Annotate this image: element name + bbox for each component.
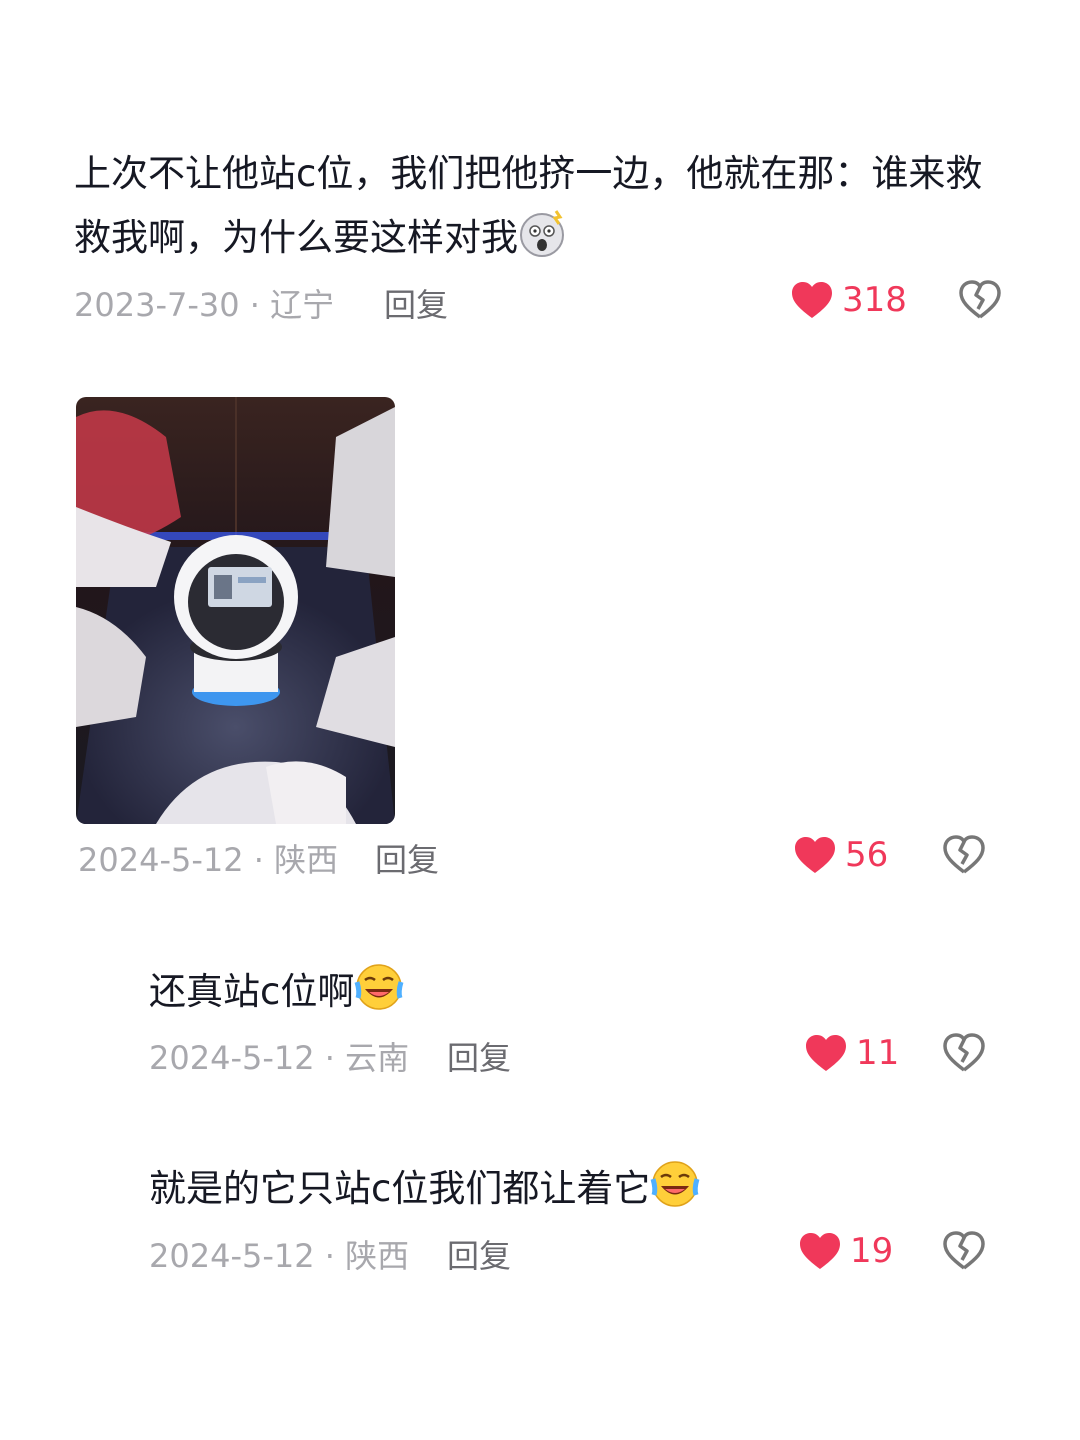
broken-heart-icon — [959, 280, 1001, 319]
heart-icon — [795, 837, 835, 873]
dislike-button[interactable] — [942, 834, 986, 880]
laughing-crying-face-emoji-icon — [650, 1159, 700, 1229]
like-button[interactable]: 318 — [790, 280, 907, 320]
broken-heart-icon — [943, 1033, 985, 1072]
dislike-button[interactable] — [942, 1230, 986, 1276]
like-count: 318 — [842, 280, 907, 320]
heart-icon — [792, 282, 832, 318]
shocked-face-emoji-icon — [518, 208, 568, 278]
dislike-button[interactable] — [958, 279, 1002, 325]
comment-text: 就是的它只站c位我们都让着它 — [149, 1157, 700, 1229]
like-button[interactable]: 19 — [798, 1231, 893, 1271]
like-button[interactable]: 11 — [804, 1033, 899, 1073]
like-button[interactable]: 56 — [793, 835, 888, 875]
like-count: 56 — [845, 835, 889, 875]
comment-date-region: 2024-5-12 · 陕西 — [78, 841, 339, 879]
reply-button[interactable]: 回复 — [384, 280, 448, 326]
comment-date-region: 2024-5-12 · 云南 — [149, 1039, 410, 1077]
heart-icon — [806, 1035, 846, 1071]
heart-icon — [800, 1233, 840, 1269]
broken-heart-icon — [943, 1231, 985, 1270]
comment-photo[interactable] — [76, 397, 395, 824]
broken-heart-icon — [943, 835, 985, 874]
comment-text: 上次不让他站c位，我们把他挤一边，他就在那：谁来救救我啊，为什么要这样对我 — [74, 142, 994, 278]
reply-button[interactable]: 回复 — [447, 1231, 511, 1277]
comment-date-region: 2024-5-12 · 陕西 — [149, 1237, 410, 1275]
like-count: 19 — [850, 1231, 894, 1271]
comment-date-region: 2023-7-30 · 辽宁 — [74, 286, 335, 324]
dislike-button[interactable] — [942, 1032, 986, 1078]
comment-text: 还真站c位啊 — [149, 960, 404, 1032]
laughing-crying-face-emoji-icon — [354, 962, 404, 1032]
reply-button[interactable]: 回复 — [447, 1033, 511, 1079]
like-count: 11 — [856, 1033, 900, 1073]
reply-button[interactable]: 回复 — [375, 835, 439, 881]
